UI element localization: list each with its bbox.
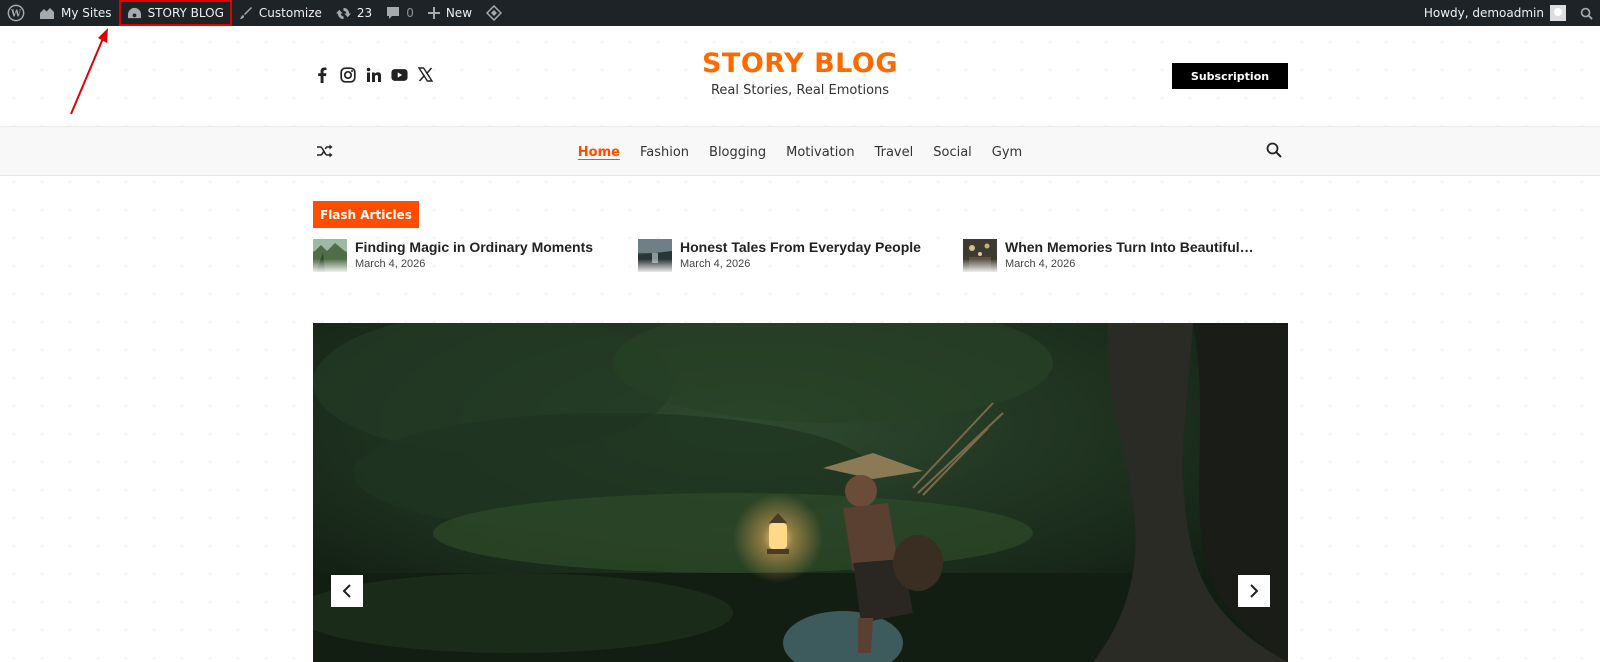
chevron-right-icon bbox=[1250, 584, 1259, 598]
howdy-label: Howdy, demoadmin bbox=[1423, 6, 1544, 20]
flash-article[interactable]: Finding Magic in Ordinary Moments March … bbox=[313, 239, 613, 272]
customize-link[interactable]: Customize bbox=[232, 0, 329, 26]
subscription-button[interactable]: Subscription bbox=[1172, 63, 1288, 89]
article-thumbnail[interactable] bbox=[638, 239, 672, 272]
flash-article-title[interactable]: When Memories Turn Into Beautiful… bbox=[1005, 239, 1275, 255]
new-label: New bbox=[445, 6, 473, 20]
flash-article-date: March 4, 2026 bbox=[1005, 258, 1076, 270]
svg-text:W: W bbox=[10, 10, 22, 20]
admin-bar: W My Sites STORY BLOG Customize 23 0 New… bbox=[0, 0, 1600, 26]
search-icon[interactable] bbox=[1266, 142, 1282, 163]
article-thumbnail[interactable] bbox=[313, 239, 347, 272]
site-name-label: STORY BLOG bbox=[147, 6, 224, 20]
site-name-menu[interactable]: STORY BLOG bbox=[118, 0, 232, 26]
nav-item-social[interactable]: Social bbox=[933, 145, 972, 160]
site-title[interactable]: STORY BLOG bbox=[0, 48, 1600, 79]
flash-article-title[interactable]: Finding Magic in Ordinary Moments bbox=[355, 239, 625, 255]
hero-slider bbox=[313, 323, 1288, 662]
comments-count: 0 bbox=[406, 6, 414, 20]
site-tagline: Real Stories, Real Emotions bbox=[710, 83, 890, 98]
my-sites-label: My Sites bbox=[61, 6, 112, 20]
slider-next-button[interactable] bbox=[1238, 575, 1270, 607]
diamond-icon bbox=[486, 5, 503, 21]
main-navigation: Home Fashion Blogging Motivation Travel … bbox=[0, 126, 1600, 176]
plus-icon bbox=[427, 7, 440, 19]
nav-item-travel[interactable]: Travel bbox=[875, 145, 914, 160]
slider-prev-button[interactable] bbox=[331, 575, 363, 607]
nav-item-gym[interactable]: Gym bbox=[992, 145, 1022, 160]
primary-menu: Home Fashion Blogging Motivation Travel … bbox=[0, 127, 1600, 177]
new-content-menu[interactable]: New bbox=[421, 0, 479, 26]
nav-item-fashion[interactable]: Fashion bbox=[640, 145, 689, 160]
site-header: STORY BLOG Real Stories, Real Emotions S… bbox=[0, 26, 1600, 126]
flash-articles-label: Flash Articles bbox=[313, 201, 419, 228]
comment-icon bbox=[387, 7, 400, 19]
comments-link[interactable]: 0 bbox=[379, 0, 421, 26]
wordpress-icon: W bbox=[7, 4, 25, 22]
my-sites-icon bbox=[40, 8, 54, 19]
brush-icon bbox=[239, 7, 252, 19]
nav-item-blogging[interactable]: Blogging bbox=[709, 145, 766, 160]
updates-count: 23 bbox=[356, 6, 373, 20]
theme-menu[interactable] bbox=[479, 0, 509, 26]
flash-article-date: March 4, 2026 bbox=[355, 258, 426, 270]
search-icon bbox=[1580, 7, 1593, 20]
chevron-left-icon bbox=[342, 584, 351, 598]
admin-search[interactable] bbox=[1573, 0, 1600, 26]
nav-item-motivation[interactable]: Motivation bbox=[786, 145, 854, 160]
nav-item-home[interactable]: Home bbox=[578, 145, 620, 160]
hero-image bbox=[313, 323, 1288, 662]
article-thumbnail[interactable] bbox=[963, 239, 997, 272]
updates-icon bbox=[335, 7, 351, 19]
dashboard-icon bbox=[127, 7, 141, 18]
branding: STORY BLOG Real Stories, Real Emotions bbox=[0, 48, 1600, 98]
wordpress-logo-menu[interactable]: W bbox=[0, 0, 32, 26]
flash-article-date: March 4, 2026 bbox=[680, 258, 751, 270]
customize-label: Customize bbox=[258, 6, 322, 20]
flash-article[interactable]: When Memories Turn Into Beautiful… March… bbox=[963, 239, 1263, 272]
updates-link[interactable]: 23 bbox=[329, 0, 379, 26]
flash-article-title[interactable]: Honest Tales From Everyday People bbox=[680, 239, 950, 255]
my-account-menu[interactable]: Howdy, demoadmin bbox=[1417, 0, 1573, 26]
avatar bbox=[1550, 5, 1566, 21]
flash-article[interactable]: Honest Tales From Everyday People March … bbox=[638, 239, 938, 272]
